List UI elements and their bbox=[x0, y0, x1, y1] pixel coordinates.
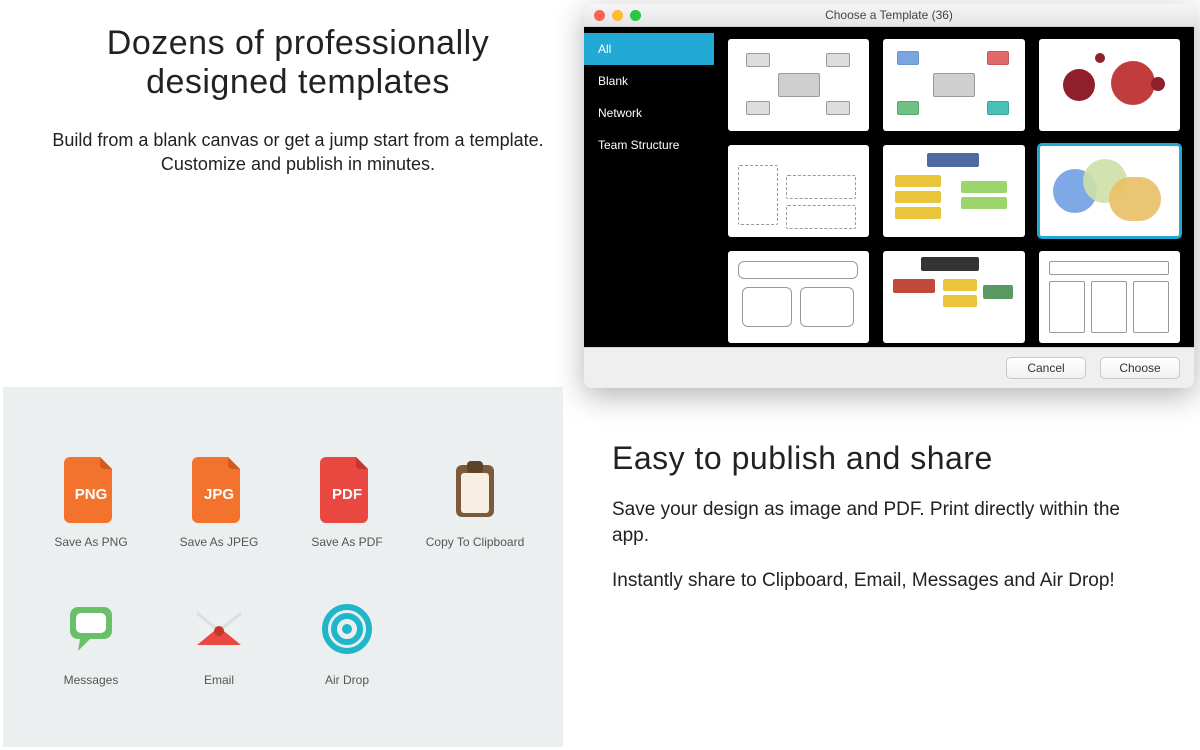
share-label: Save As PNG bbox=[54, 535, 127, 549]
share-panel: PNG Save As PNG JPG Save As JPEG bbox=[3, 387, 563, 747]
template-thumbnail[interactable] bbox=[728, 39, 869, 131]
chooser-footer: Cancel Choose bbox=[584, 347, 1194, 388]
hero-title-line1: Dozens of professionally bbox=[107, 24, 489, 62]
template-thumbnail[interactable] bbox=[1039, 145, 1180, 237]
template-category-sidebar: All Blank Network Team Structure bbox=[584, 27, 714, 347]
hero-body-line1: Build from a blank canvas or get a jump … bbox=[52, 130, 543, 150]
airdrop-icon bbox=[320, 595, 374, 661]
template-thumbnail[interactable] bbox=[1039, 251, 1180, 343]
share-label: Messages bbox=[64, 673, 119, 687]
clipboard-icon bbox=[448, 457, 502, 523]
share-label: Air Drop bbox=[325, 673, 369, 687]
traffic-lights bbox=[594, 10, 641, 21]
svg-text:PDF: PDF bbox=[332, 486, 362, 503]
hero-title: Dozens of professionally designed templa… bbox=[38, 24, 558, 102]
template-thumbnail[interactable] bbox=[728, 251, 869, 343]
template-chooser-window: Choose a Template (36) All Blank Network… bbox=[584, 4, 1194, 388]
publish-body-1: Save your design as image and PDF. Print… bbox=[612, 497, 1162, 548]
template-thumbnail[interactable] bbox=[728, 145, 869, 237]
template-gallery bbox=[714, 27, 1194, 347]
choose-button[interactable]: Choose bbox=[1100, 357, 1180, 379]
publish-title: Easy to publish and share bbox=[612, 440, 1162, 477]
hero-title-line2: designed templates bbox=[146, 63, 450, 101]
hero-body: Build from a blank canvas or get a jump … bbox=[38, 128, 558, 177]
template-thumbnail[interactable] bbox=[883, 39, 1024, 131]
file-png-icon: PNG bbox=[64, 457, 118, 523]
template-thumbnail[interactable] bbox=[1039, 39, 1180, 131]
publish-body-2: Instantly share to Clipboard, Email, Mes… bbox=[612, 568, 1162, 594]
save-as-pdf-button[interactable]: PDF Save As PDF bbox=[311, 457, 382, 549]
airdrop-button[interactable]: Air Drop bbox=[320, 595, 374, 687]
messages-icon bbox=[64, 595, 118, 661]
minimize-icon[interactable] bbox=[612, 10, 623, 21]
svg-text:PNG: PNG bbox=[75, 486, 108, 503]
save-as-jpeg-button[interactable]: JPG Save As JPEG bbox=[180, 457, 259, 549]
file-jpg-icon: JPG bbox=[192, 457, 246, 523]
hero-copy: Dozens of professionally designed templa… bbox=[38, 24, 558, 177]
zoom-icon[interactable] bbox=[630, 10, 641, 21]
share-label: Save As PDF bbox=[311, 535, 382, 549]
window-titlebar: Choose a Template (36) bbox=[584, 4, 1194, 27]
cancel-button[interactable]: Cancel bbox=[1006, 357, 1086, 379]
file-pdf-icon: PDF bbox=[320, 457, 374, 523]
email-icon bbox=[192, 595, 246, 661]
copy-to-clipboard-button[interactable]: Copy To Clipboard bbox=[426, 457, 525, 549]
share-label: Save As JPEG bbox=[180, 535, 259, 549]
close-icon[interactable] bbox=[594, 10, 605, 21]
share-label: Email bbox=[204, 673, 234, 687]
sidebar-item-team-structure[interactable]: Team Structure bbox=[584, 129, 714, 161]
svg-text:JPG: JPG bbox=[204, 486, 234, 503]
publish-copy: Easy to publish and share Save your desi… bbox=[612, 440, 1162, 594]
save-as-png-button[interactable]: PNG Save As PNG bbox=[54, 457, 127, 549]
share-label: Copy To Clipboard bbox=[426, 535, 525, 549]
hero-body-line2: Customize and publish in minutes. bbox=[161, 154, 435, 174]
template-thumbnail[interactable] bbox=[883, 251, 1024, 343]
sidebar-item-blank[interactable]: Blank bbox=[584, 65, 714, 97]
window-title: Choose a Template (36) bbox=[825, 8, 953, 22]
sidebar-item-all[interactable]: All bbox=[584, 33, 714, 65]
email-button[interactable]: Email bbox=[192, 595, 246, 687]
sidebar-item-network[interactable]: Network bbox=[584, 97, 714, 129]
messages-button[interactable]: Messages bbox=[64, 595, 119, 687]
template-thumbnail[interactable] bbox=[883, 145, 1024, 237]
